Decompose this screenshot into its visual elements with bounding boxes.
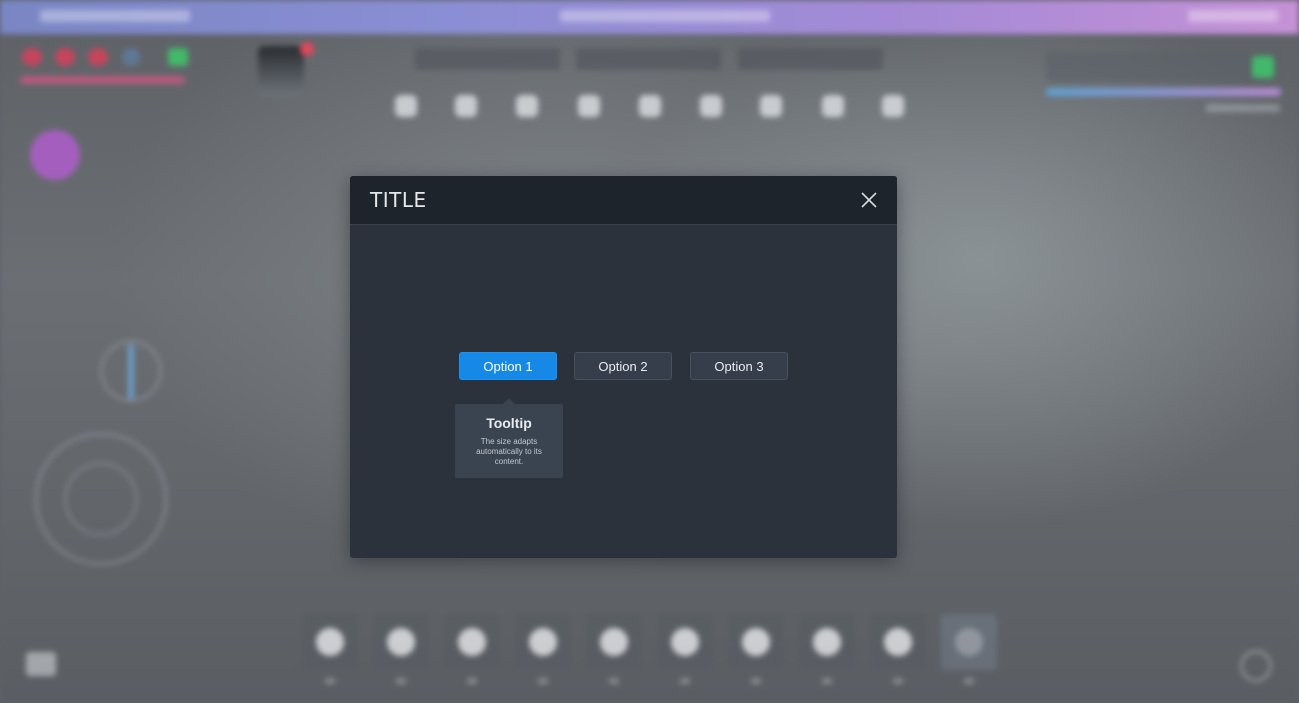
tooltip-title: Tooltip — [486, 415, 532, 431]
health-heart-icon — [88, 48, 108, 66]
hotbar-number — [893, 678, 903, 684]
banner-left-text — [40, 10, 190, 22]
compass-needle — [128, 344, 134, 400]
settings-icon — [1240, 650, 1272, 682]
hotbar-slot — [870, 614, 926, 670]
banner-center-text — [560, 10, 770, 22]
plus-icon — [955, 628, 983, 656]
status-icon — [168, 48, 188, 66]
hotbar-number — [396, 678, 406, 684]
top-field — [738, 48, 883, 70]
shield-icon — [700, 95, 722, 117]
resource-icon — [1252, 56, 1274, 78]
gem-icon — [742, 628, 770, 656]
food-icon — [316, 628, 344, 656]
hotbar-slot — [941, 614, 997, 670]
hotbar-number — [467, 678, 477, 684]
chest-icon — [516, 95, 538, 117]
hotbar-number — [680, 678, 690, 684]
health-heart-icon — [22, 48, 42, 66]
hotbar-slot — [515, 614, 571, 670]
map-marker-icon — [30, 130, 80, 180]
skull-icon — [600, 628, 628, 656]
hotbar-slot — [728, 614, 784, 670]
notification-badge — [300, 42, 314, 56]
option-1-button[interactable]: Option 1 — [459, 352, 557, 380]
experience-text — [1206, 104, 1280, 112]
top-field — [415, 48, 560, 70]
health-bar — [20, 76, 185, 84]
mask-icon — [760, 95, 782, 117]
shirt-icon — [455, 95, 477, 117]
hotbar-slot — [373, 614, 429, 670]
hotbar-number — [822, 678, 832, 684]
leaf-icon — [458, 628, 486, 656]
tool-icon — [884, 628, 912, 656]
hotbar-number — [964, 678, 974, 684]
armor-icon — [395, 95, 417, 117]
speech-icon — [882, 95, 904, 117]
resource-panel — [1046, 52, 1281, 82]
hotbar-slot — [302, 614, 358, 670]
banner-right-text — [1188, 10, 1278, 22]
hotbar-number — [751, 678, 761, 684]
stone-icon — [813, 628, 841, 656]
heart-icon — [639, 95, 661, 117]
hotbar-number — [609, 678, 619, 684]
modal-title: TITLE — [370, 188, 427, 212]
hotbar-slot — [799, 614, 855, 670]
top-banner — [0, 0, 1299, 34]
close-icon — [861, 192, 877, 208]
exit-icon — [26, 652, 56, 676]
modal-dialog: TITLE Option 1 Option 2 Option 3 Tooltip… — [350, 176, 897, 558]
box-icon — [387, 628, 415, 656]
potion-icon — [529, 628, 557, 656]
option-2-button[interactable]: Option 2 — [574, 352, 672, 380]
top-field — [576, 48, 721, 70]
helmet-icon — [671, 628, 699, 656]
modal-header: TITLE — [350, 176, 897, 225]
gloves-icon — [578, 95, 600, 117]
tooltip-body: The size adapts automatically to its con… — [476, 437, 542, 466]
avatar — [258, 46, 304, 96]
camera-icon — [822, 95, 844, 117]
experience-bar — [1046, 88, 1281, 96]
health-heart-icon — [55, 48, 75, 66]
option-3-button[interactable]: Option 3 — [690, 352, 788, 380]
tooltip: Tooltip The size adapts automatically to… — [455, 398, 563, 478]
hotbar-slot — [657, 614, 713, 670]
hotbar-number — [538, 678, 548, 684]
stamina-icon — [122, 48, 140, 66]
joystick-inner — [64, 462, 138, 536]
hotbar-slot — [586, 614, 642, 670]
tooltip-arrow — [503, 398, 515, 404]
close-button[interactable] — [858, 189, 880, 211]
hotbar-slot — [444, 614, 500, 670]
hotbar-number — [325, 678, 335, 684]
